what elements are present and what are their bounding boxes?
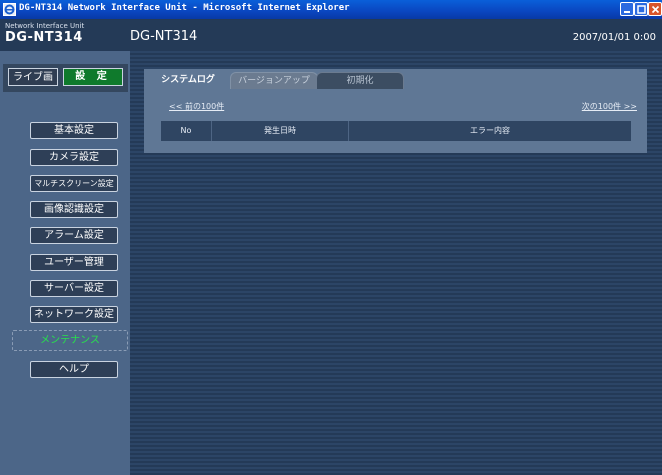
mode-switch: ライブ画 設 定 — [3, 64, 128, 92]
menu-camera-settings[interactable]: カメラ設定 — [30, 149, 118, 166]
menu-server-settings[interactable]: サーバー設定 — [30, 280, 118, 297]
log-table-header: No 発生日時 エラー内容 — [161, 121, 631, 141]
window-title: DG-NT314 Network Interface Unit - Micros… — [19, 3, 350, 13]
menu-basic-settings[interactable]: 基本設定 — [30, 122, 118, 139]
column-header-no: No — [161, 121, 212, 141]
minimize-icon — [624, 11, 630, 13]
menu-multiscreen-settings[interactable]: マルチスクリーン設定 — [30, 175, 118, 192]
prev-100-link[interactable]: << 前の100件 — [169, 101, 224, 112]
tab-system-log[interactable]: システムログ — [146, 72, 230, 89]
brand-subtitle: Network Interface Unit — [5, 22, 85, 30]
column-header-error: エラー内容 — [470, 126, 510, 135]
ie-icon — [3, 3, 16, 16]
tab-initialize[interactable]: 初期化 — [316, 72, 404, 89]
maximize-button[interactable] — [634, 2, 648, 16]
maintenance-panel: システムログ バージョンアップ 初期化 << 前の100件 次の100件 >> … — [144, 69, 647, 153]
app-header: Network Interface Unit DG-NT314 DG-NT314… — [0, 19, 662, 51]
main-content: システムログ バージョンアップ 初期化 << 前の100件 次の100件 >> … — [130, 51, 662, 475]
maximize-icon — [637, 5, 646, 14]
device-name: DG-NT314 — [130, 29, 198, 44]
current-datetime: 2007/01/01 0:00 — [572, 32, 656, 43]
close-button[interactable] — [648, 2, 662, 16]
sidebar: ライブ画 設 定 基本設定 カメラ設定 マルチスクリーン設定 画像認識設定 アラ… — [0, 51, 130, 475]
live-view-button[interactable]: ライブ画 — [8, 68, 58, 86]
menu-image-recognition-settings[interactable]: 画像認識設定 — [30, 201, 118, 218]
minimize-button[interactable] — [620, 2, 634, 16]
brand-logo-text: DG-NT314 — [5, 30, 83, 45]
close-icon — [651, 5, 660, 14]
window-titlebar: DG-NT314 Network Interface Unit - Micros… — [0, 0, 662, 19]
menu-help[interactable]: ヘルプ — [30, 361, 118, 378]
next-100-link[interactable]: 次の100件 >> — [582, 101, 637, 112]
menu-network-settings[interactable]: ネットワーク設定 — [30, 306, 118, 323]
menu-alarm-settings[interactable]: アラーム設定 — [30, 227, 118, 244]
tab-version-up[interactable]: バージョンアップ — [230, 72, 318, 89]
menu-user-management[interactable]: ユーザー管理 — [30, 254, 118, 271]
menu-maintenance[interactable]: メンテナンス — [12, 330, 128, 351]
column-header-datetime: 発生日時 — [212, 121, 349, 141]
setup-button[interactable]: 設 定 — [63, 68, 123, 86]
